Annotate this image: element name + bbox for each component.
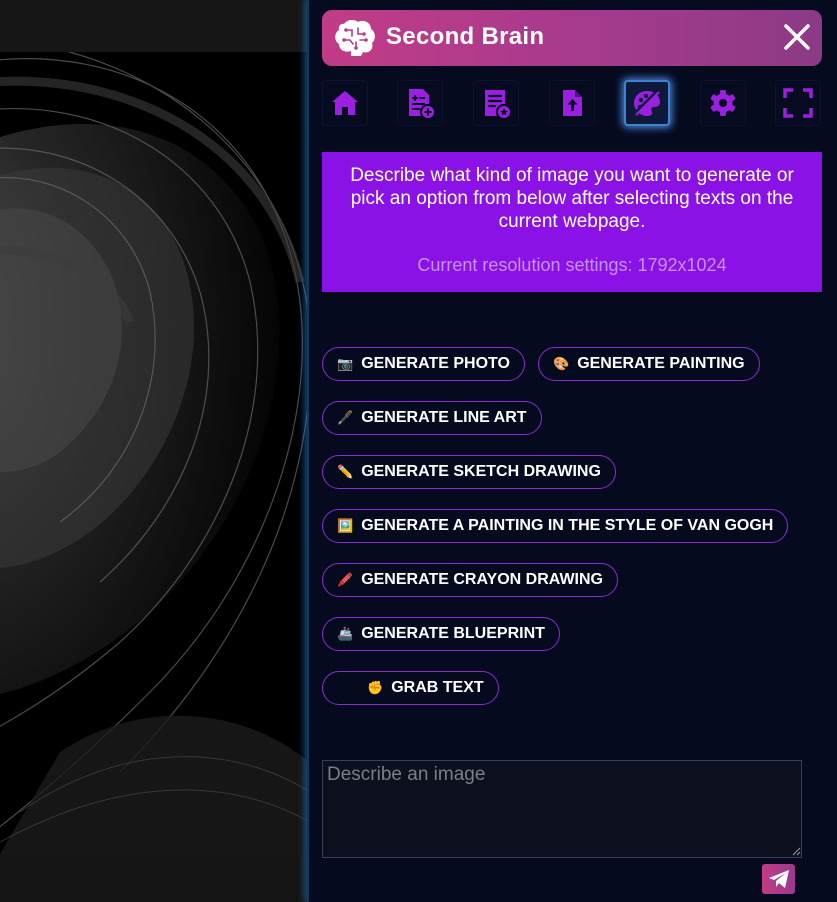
camera-icon: 📷	[337, 356, 354, 371]
option-label: GENERATE LINE ART	[361, 409, 527, 426]
option-label: GENERATE BLUEPRINT	[361, 625, 545, 642]
generate-painting-button[interactable]: 🎨 GENERATE PAINTING	[538, 347, 760, 381]
abstract-swirl-graphic	[0, 52, 307, 854]
wallpaper-image	[0, 52, 307, 854]
framed-picture-icon: 🖼️	[337, 518, 354, 533]
option-label: GENERATE SKETCH DRAWING	[361, 463, 601, 480]
document-star-icon	[485, 90, 510, 118]
webpage-top-bar	[0, 0, 307, 52]
webpage-bottom-bar	[0, 854, 307, 902]
tab-image-generation[interactable]	[624, 80, 670, 126]
tab-upload[interactable]	[549, 80, 595, 126]
option-label: GENERATE PAINTING	[577, 355, 745, 372]
generate-sketch-drawing-button[interactable]: ✏️ GENERATE SKETCH DRAWING	[322, 455, 616, 489]
sidebar-header: Second Brain	[322, 10, 822, 66]
option-label: GENERATE PHOTO	[361, 355, 510, 372]
sidebar-toolbar	[322, 80, 822, 126]
crayon-icon: 🖍️	[337, 572, 354, 587]
pen-icon: 🖋️	[337, 410, 354, 425]
send-icon	[768, 870, 789, 888]
file-upload-icon	[563, 90, 582, 116]
tab-home[interactable]	[322, 80, 368, 126]
generate-van-gogh-painting-button[interactable]: 🖼️ GENERATE A PAINTING IN THE STYLE OF VA…	[322, 509, 789, 543]
option-label: GENERATE CRAYON DRAWING	[361, 571, 603, 588]
palette-emoji-icon: 🎨	[553, 356, 570, 371]
pencil-icon: ✏️	[337, 464, 354, 479]
generate-photo-button[interactable]: 📷 GENERATE PHOTO	[322, 347, 525, 381]
tab-fullscreen[interactable]	[775, 80, 821, 126]
palette-icon	[633, 89, 660, 116]
generate-crayon-drawing-button[interactable]: 🖍️ GENERATE CRAYON DRAWING	[322, 563, 618, 597]
grab-text-button[interactable]: ✊ GRAB TEXT	[322, 671, 499, 705]
tab-settings[interactable]	[700, 80, 746, 126]
instructions-text: Describe what kind of image you want to …	[350, 165, 794, 232]
fist-icon: ✊	[367, 680, 384, 695]
gear-icon	[710, 90, 736, 116]
close-icon[interactable]	[782, 22, 812, 52]
app-title: Second Brain	[386, 23, 545, 50]
option-label: GRAB TEXT	[391, 679, 484, 696]
resize-handle-icon[interactable]	[791, 846, 801, 856]
tab-favorites[interactable]	[473, 80, 519, 126]
option-label: GENERATE A PAINTING IN THE STYLE OF VAN …	[361, 517, 774, 534]
send-button[interactable]	[762, 864, 795, 894]
resolution-settings-text: Current resolution settings: 1792x1024	[417, 255, 727, 275]
generate-line-art-button[interactable]: 🖋️ GENERATE LINE ART	[322, 401, 542, 435]
generate-blueprint-button[interactable]: 🚢 GENERATE BLUEPRINT	[322, 617, 560, 651]
tab-add-note[interactable]	[397, 80, 443, 126]
second-brain-sidebar: Second Brain Describe what kind of image…	[307, 0, 837, 902]
document-add-icon	[409, 89, 434, 118]
ship-icon: 🚢	[337, 626, 354, 641]
fullscreen-icon	[783, 88, 813, 118]
home-icon	[332, 91, 358, 115]
brain-logo-icon	[335, 19, 375, 56]
instructions-box: Describe what kind of image you want to …	[322, 152, 822, 292]
describe-image-input[interactable]	[322, 760, 802, 858]
